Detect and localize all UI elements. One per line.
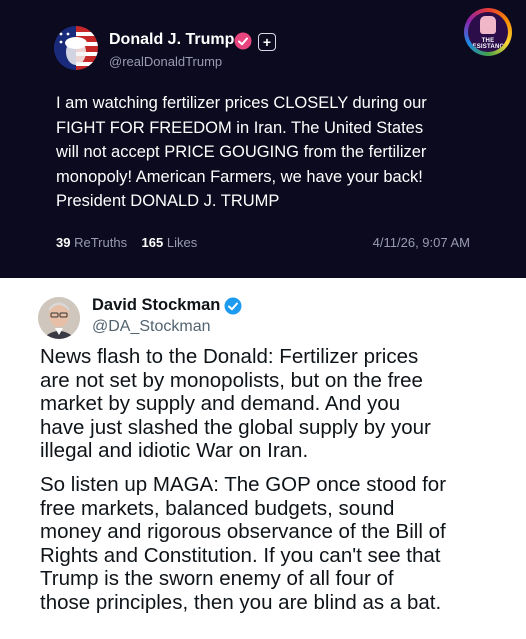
post-text-line: I am watching fertilizer prices CLOSELY …: [56, 94, 427, 112]
trump-avatar[interactable]: [54, 26, 98, 70]
post-text-line: monopoly! American Farmers, we have your…: [56, 167, 423, 186]
tweet-text-line: Trump is the sworn enemy of all four of: [40, 567, 394, 591]
trump-handle[interactable]: @realDonaldTrump: [109, 54, 222, 69]
post-text-line: President DONALD J. TRUMP: [56, 192, 280, 211]
resistance-logo-text: THE RESISTANCE: [468, 38, 508, 50]
verified-badge-icon: [234, 32, 252, 50]
truth-post-body: I am watching fertilizer prices CLOSELY …: [56, 91, 486, 214]
tweet-text-line: Rights and Constitution. If you can't se…: [40, 543, 441, 567]
raised-fist-icon: [480, 16, 496, 34]
post-timestamp[interactable]: 4/11/26, 9:07 AM: [373, 235, 470, 250]
stockman-handle[interactable]: @DA_Stockman: [92, 318, 211, 336]
post-text-line: will not accept PRICE GOUGING from the f…: [56, 143, 427, 162]
tweet-text-line: are not set by monopolists, but on the f…: [40, 368, 423, 392]
tweet-paragraph: So listen up MAGA: The GOP once stood fo…: [40, 473, 510, 615]
reply-tweet-body: News flash to the Donald: Fertilizer pri…: [40, 345, 510, 615]
stockman-display-name[interactable]: David Stockman: [92, 296, 220, 315]
tweet-text-line: free markets, balanced budgets, sound: [40, 496, 395, 520]
likes-stat[interactable]: 165 Likes: [142, 235, 198, 250]
retruths-stat[interactable]: 39 ReTruths: [56, 235, 127, 250]
trump-display-name[interactable]: Donald J. Trump: [109, 31, 234, 49]
tweet-paragraph: News flash to the Donald: Fertilizer pri…: [40, 345, 510, 463]
tweet-text-line: money and rigorous observance of the Bil…: [40, 520, 446, 544]
follow-plus-button[interactable]: +: [258, 33, 276, 51]
resistance-logo: THE RESISTANCE: [464, 8, 512, 56]
truth-social-post: Donald J. Trump + @realDonaldTrump THE R…: [0, 0, 526, 278]
post-stats: 39 ReTruths 165 Likes: [56, 235, 197, 250]
verified-badge-icon: [224, 297, 242, 315]
tweet-text-line: So listen up MAGA: The GOP once stood fo…: [40, 472, 447, 496]
tweet-text-line: those principles, then you are blind as …: [40, 590, 442, 614]
post-text-line: FIGHT FOR FREEDOM in Iran. The United St…: [56, 118, 424, 137]
stockman-avatar[interactable]: [38, 297, 80, 339]
tweet-text-line: illegal and idiotic War on Iran.: [40, 439, 309, 463]
tweet-text-line: News flash to the Donald: Fertilizer pri…: [40, 345, 419, 368]
tweet-text-line: market by supply and demand. And you: [40, 392, 401, 416]
tweet-text-line: have just slashed the global supply by y…: [40, 415, 431, 439]
